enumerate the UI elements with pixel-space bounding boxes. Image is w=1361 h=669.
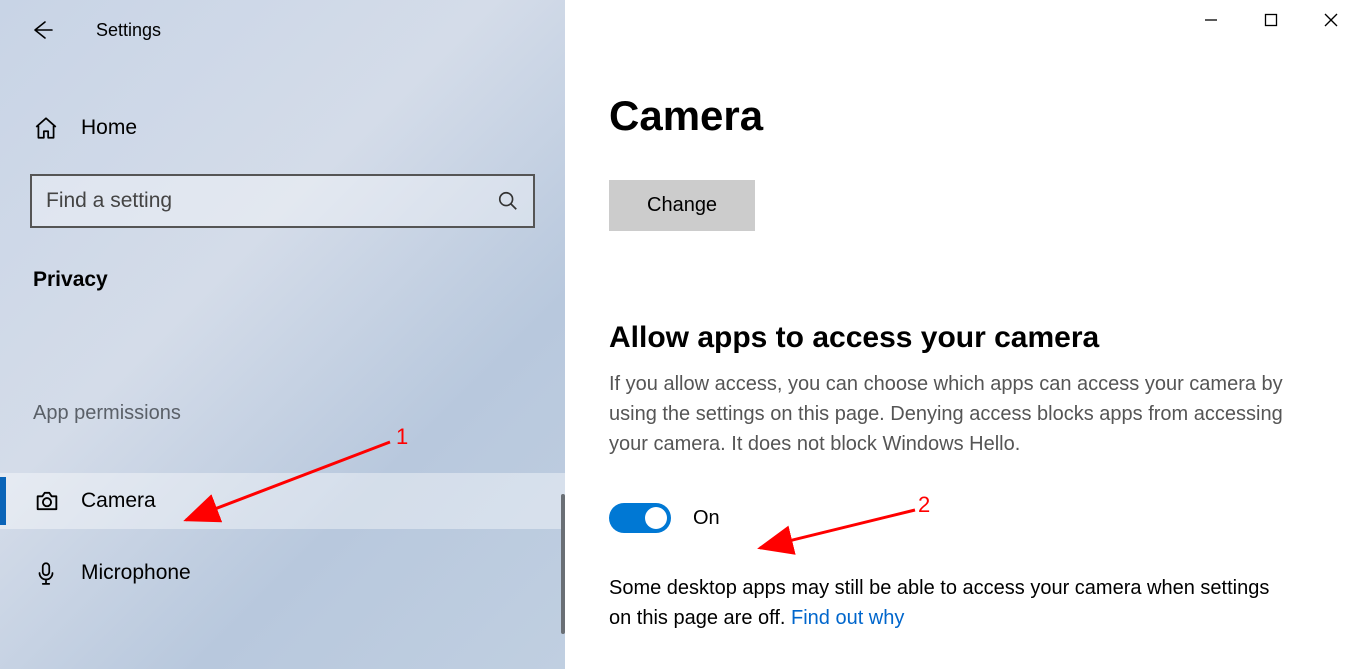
back-arrow-icon[interactable] xyxy=(30,18,54,42)
sidebar-item-label: Microphone xyxy=(81,561,191,585)
sidebar-item-label: Camera xyxy=(81,489,156,513)
microphone-icon xyxy=(33,560,63,586)
camera-access-toggle-row: On xyxy=(609,503,1361,533)
section-privacy-label: Privacy xyxy=(33,268,565,292)
search-input[interactable] xyxy=(46,189,497,213)
camera-icon xyxy=(33,487,63,515)
maximize-button[interactable] xyxy=(1241,0,1301,40)
allow-apps-description: If you allow access, you can choose whic… xyxy=(609,369,1291,459)
footer-text: Some desktop apps may still be able to a… xyxy=(609,577,1269,629)
find-out-why-link[interactable]: Find out why xyxy=(791,607,904,629)
home-icon xyxy=(33,115,63,141)
sidebar-item-camera[interactable]: Camera xyxy=(0,473,565,529)
search-container xyxy=(30,174,535,228)
search-box[interactable] xyxy=(30,174,535,228)
main-content: Camera Change Allow apps to access your … xyxy=(565,0,1361,669)
group-app-permissions-label: App permissions xyxy=(33,402,565,425)
camera-access-toggle[interactable] xyxy=(609,503,671,533)
title-bar xyxy=(1181,0,1361,40)
sidebar-item-microphone[interactable]: Microphone xyxy=(0,545,565,601)
allow-apps-heading: Allow apps to access your camera xyxy=(609,321,1361,355)
sidebar-item-home[interactable]: Home xyxy=(0,100,565,156)
header-row: Settings xyxy=(0,0,565,60)
sidebar-item-label: Home xyxy=(81,116,137,140)
sidebar: Settings Home Privacy App permissions Ca… xyxy=(0,0,565,669)
close-button[interactable] xyxy=(1301,0,1361,40)
minimize-button[interactable] xyxy=(1181,0,1241,40)
toggle-knob xyxy=(645,507,667,529)
change-button[interactable]: Change xyxy=(609,180,755,231)
toggle-state-label: On xyxy=(693,507,720,530)
app-title: Settings xyxy=(96,20,161,41)
page-title: Camera xyxy=(609,92,1361,140)
footer-note: Some desktop apps may still be able to a… xyxy=(609,573,1291,633)
search-icon xyxy=(497,190,519,212)
